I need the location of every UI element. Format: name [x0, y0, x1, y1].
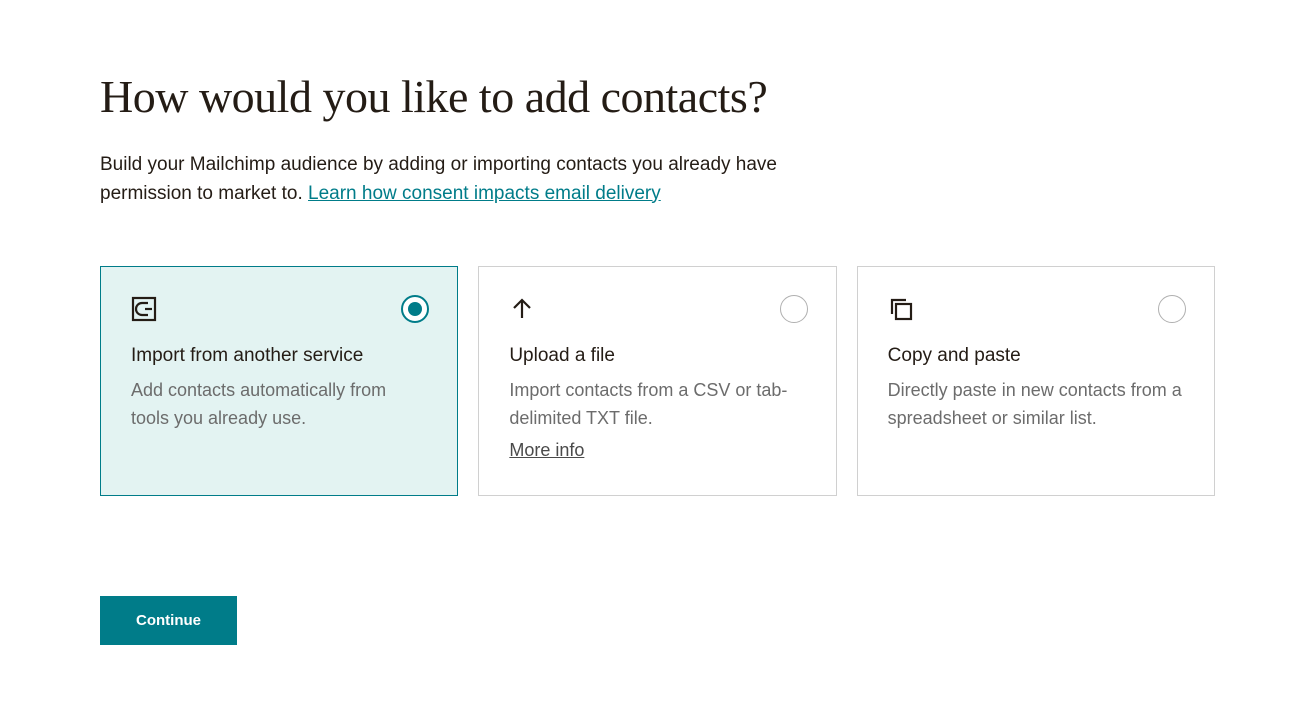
radio-indicator	[1158, 295, 1186, 323]
page-title: How would you like to add contacts?	[100, 70, 1215, 123]
option-upload-file[interactable]: Upload a file Import contacts from a CSV…	[478, 266, 836, 496]
page-subtitle: Build your Mailchimp audience by adding …	[100, 151, 820, 208]
radio-indicator	[780, 295, 808, 323]
option-description-text: Import contacts from a CSV or tab-delimi…	[509, 380, 787, 428]
consent-link[interactable]: Learn how consent impacts email delivery	[308, 183, 661, 204]
option-description: Import contacts from a CSV or tab-delimi…	[509, 377, 805, 465]
option-description: Directly paste in new contacts from a sp…	[888, 377, 1184, 433]
option-title: Copy and paste	[888, 345, 1184, 367]
option-import-service[interactable]: Import from another service Add contacts…	[100, 266, 458, 496]
option-title: Import from another service	[131, 345, 427, 367]
upload-icon	[509, 295, 805, 323]
import-service-icon	[131, 295, 427, 323]
option-copy-paste[interactable]: Copy and paste Directly paste in new con…	[857, 266, 1215, 496]
option-cards: Import from another service Add contacts…	[100, 266, 1215, 496]
more-info-link[interactable]: More info	[509, 437, 584, 465]
option-title: Upload a file	[509, 345, 805, 367]
option-description: Add contacts automatically from tools yo…	[131, 377, 427, 433]
continue-button[interactable]: Continue	[100, 596, 237, 645]
copy-paste-icon	[888, 295, 1184, 323]
